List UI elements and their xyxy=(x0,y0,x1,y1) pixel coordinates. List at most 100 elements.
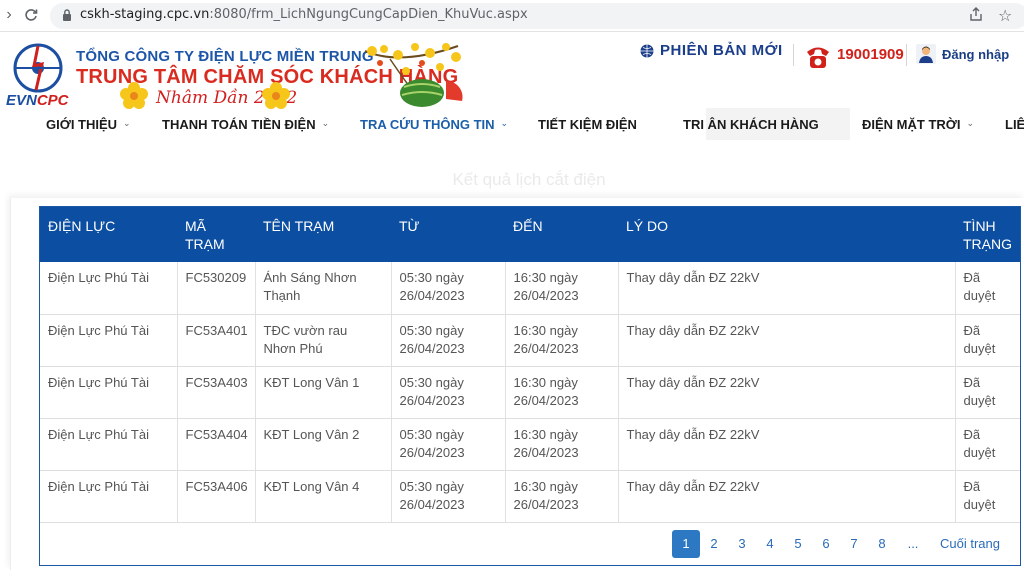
table-cell: 05:30 ngày 26/04/2023 xyxy=(391,262,506,315)
nav-label: THANH TOÁN TIỀN ĐIỆN xyxy=(162,117,316,132)
table-cell: Đã duyệt xyxy=(955,366,1020,419)
table-header-row: ĐIỆN LỰC MÃ TRẠM TÊN TRẠM TỪ ĐẾN LÝ DO T… xyxy=(40,207,1020,262)
table-cell: Điện Lực Phú Tài xyxy=(40,470,178,523)
page-button-7[interactable]: 7 xyxy=(842,530,866,558)
table-cell: Ánh Sáng Nhơn Thạnh xyxy=(255,262,392,315)
url-path: :8080/frm_LichNgungCungCapDien_KhuVuc.as… xyxy=(209,7,528,22)
table-cell: Thay dây dẫn ĐZ 22kV xyxy=(618,470,956,523)
divider xyxy=(793,44,794,66)
nav-item-tiet-kiem[interactable]: TIẾT KIỆM ĐIỆN xyxy=(538,117,637,132)
nav-item-tra-cuu[interactable]: TRA CỨU THÔNG TIN ⌄ xyxy=(360,117,508,132)
table-row: Điện Lực Phú Tài FC53A404 KĐT Long Vân 2… xyxy=(40,418,1020,471)
nav-label: TIẾT KIỆM ĐIỆN xyxy=(538,117,637,132)
table-row: Điện Lực Phú Tài FC530209 Ánh Sáng Nhơn … xyxy=(40,262,1020,315)
forward-arrow-icon[interactable]: › xyxy=(0,6,18,24)
column-header: ĐIỆN LỰC xyxy=(48,218,116,234)
new-version-link[interactable]: PHIÊN BẢN MỚI xyxy=(640,42,783,59)
nav-label: TRA CỨU THÔNG TIN xyxy=(360,117,495,132)
table-cell: FC53A404 xyxy=(177,418,256,471)
table-cell: FC530209 xyxy=(177,262,256,315)
share-icon[interactable] xyxy=(968,6,984,27)
blossom-right-icon xyxy=(262,82,290,109)
corporation-name: TỔNG CÔNG TY ĐIỆN LỰC MIỀN TRUNG xyxy=(76,48,374,65)
table-cell: 16:30 ngày 26/04/2023 xyxy=(505,366,619,419)
table-cell: FC53A406 xyxy=(177,470,256,523)
outage-schedule-table: ĐIỆN LỰC MÃ TRẠM TÊN TRẠM TỪ ĐẾN LÝ DO T… xyxy=(39,206,1021,566)
table-row: Điện Lực Phú Tài FC53A403 KĐT Long Vân 1… xyxy=(40,366,1020,419)
table-row: Điện Lực Phú Tài FC53A401 TĐC vườn rau N… xyxy=(40,314,1020,367)
table-cell: Đã duyệt xyxy=(955,314,1020,367)
table-cell: 05:30 ngày 26/04/2023 xyxy=(391,314,506,367)
nav-label: TRI ÂN KHÁCH HÀNG xyxy=(683,117,819,132)
nav-label: ĐIỆN MẶT TRỜI xyxy=(862,117,961,132)
apricot-blossom-decoration-icon xyxy=(364,43,463,107)
table-cell: FC53A401 xyxy=(177,314,256,367)
result-title: Kết quả lịch cắt điện xyxy=(452,170,606,189)
nav-label: LIÊ xyxy=(1005,117,1024,132)
divider xyxy=(906,44,907,66)
chevron-down-icon: ⌄ xyxy=(321,118,330,128)
table-cell: Điện Lực Phú Tài xyxy=(40,314,178,367)
globe-icon xyxy=(640,44,654,57)
table-cell: FC53A403 xyxy=(177,366,256,419)
nav-item-lien-he[interactable]: LIÊ xyxy=(1005,117,1024,132)
column-header: MÃ TRẠM xyxy=(185,218,225,252)
page-button-4[interactable]: 4 xyxy=(758,530,782,558)
nav-label: GIỚI THIỆU xyxy=(46,117,118,132)
page-button-8[interactable]: 8 xyxy=(870,530,894,558)
table-cell: Thay dây dẫn ĐZ 22kV xyxy=(618,418,956,471)
page-button-6[interactable]: 6 xyxy=(814,530,838,558)
page-button-3[interactable]: 3 xyxy=(730,530,754,558)
table-cell: 05:30 ngày 26/04/2023 xyxy=(391,418,506,471)
phone-icon xyxy=(807,47,829,68)
table-row: Điện Lực Phú Tài FC53A406 KĐT Long Vân 4… xyxy=(40,470,1020,523)
hotline-number[interactable]: 19001909 xyxy=(837,46,904,63)
page-button-5[interactable]: 5 xyxy=(786,530,810,558)
table-cell: Đã duyệt xyxy=(955,418,1020,471)
nav-item-dien-mat-troi[interactable]: ĐIỆN MẶT TRỜI ⌄ xyxy=(862,117,974,132)
table-cell: 16:30 ngày 26/04/2023 xyxy=(505,314,619,367)
table-cell: KĐT Long Vân 1 xyxy=(255,366,392,419)
table-cell: 16:30 ngày 26/04/2023 xyxy=(505,418,619,471)
url-text[interactable]: cskh-staging.cpc.vn:8080/frm_LichNgungCu… xyxy=(80,7,528,22)
table-cell: Điện Lực Phú Tài xyxy=(40,262,178,315)
table-cell: KĐT Long Vân 4 xyxy=(255,470,392,523)
new-version-label: PHIÊN BẢN MỚI xyxy=(660,42,783,59)
table-cell: Thay dây dẫn ĐZ 22kV xyxy=(618,366,956,419)
table-cell: 05:30 ngày 26/04/2023 xyxy=(391,470,506,523)
column-header: TÊN TRẠM xyxy=(263,218,335,234)
table-cell: Đã duyệt xyxy=(955,262,1020,315)
page-button-2[interactable]: 2 xyxy=(702,530,726,558)
table-cell: KĐT Long Vân 2 xyxy=(255,418,392,471)
browser-toolbar: › cskh-staging.cpc.vn:8080/frm_LichNgung… xyxy=(0,0,1024,32)
login-link[interactable]: Đăng nhập xyxy=(942,47,1009,62)
column-header: TỪ xyxy=(399,218,420,234)
last-page-link[interactable]: Cuối trang xyxy=(934,530,1006,558)
table-cell: TĐC vườn rau Nhơn Phú xyxy=(255,314,392,367)
table-cell: Thay dây dẫn ĐZ 22kV xyxy=(618,262,956,315)
column-header: LÝ DO xyxy=(626,218,669,234)
lock-icon xyxy=(63,9,71,21)
chevron-down-icon: ⌄ xyxy=(966,118,975,128)
user-avatar-icon[interactable] xyxy=(916,44,936,64)
url-host: cskh-staging.cpc.vn xyxy=(80,7,210,22)
nav-item-gioi-thieu[interactable]: GIỚI THIỆU ⌄ xyxy=(46,117,131,132)
nav-item-tri-an[interactable]: TRI ÂN KHÁCH HÀNG xyxy=(683,117,819,132)
chevron-down-icon: ⌄ xyxy=(123,118,131,128)
table-cell: 16:30 ngày 26/04/2023 xyxy=(505,470,619,523)
nav-item-thanh-toan[interactable]: THANH TOÁN TIỀN ĐIỆN ⌄ xyxy=(162,117,329,132)
column-header: ĐẾN xyxy=(513,218,543,234)
column-header: TÌNH TRẠNG xyxy=(963,218,1012,252)
table-cell: Đã duyệt xyxy=(955,470,1020,523)
page-ellipsis[interactable]: ... xyxy=(900,530,926,558)
blossom-left-icon xyxy=(120,82,148,109)
logo-wordmark: EVNCPC xyxy=(6,92,69,109)
chevron-down-icon: ⌄ xyxy=(500,118,509,128)
evn-logo-icon xyxy=(13,43,63,93)
table-cell: Điện Lực Phú Tài xyxy=(40,418,178,471)
page-button-1[interactable]: 1 xyxy=(672,530,700,558)
table-cell: 16:30 ngày 26/04/2023 xyxy=(505,262,619,315)
reload-icon[interactable] xyxy=(22,6,40,24)
table-cell: Thay dây dẫn ĐZ 22kV xyxy=(618,314,956,367)
star-icon[interactable]: ☆ xyxy=(998,6,1012,26)
